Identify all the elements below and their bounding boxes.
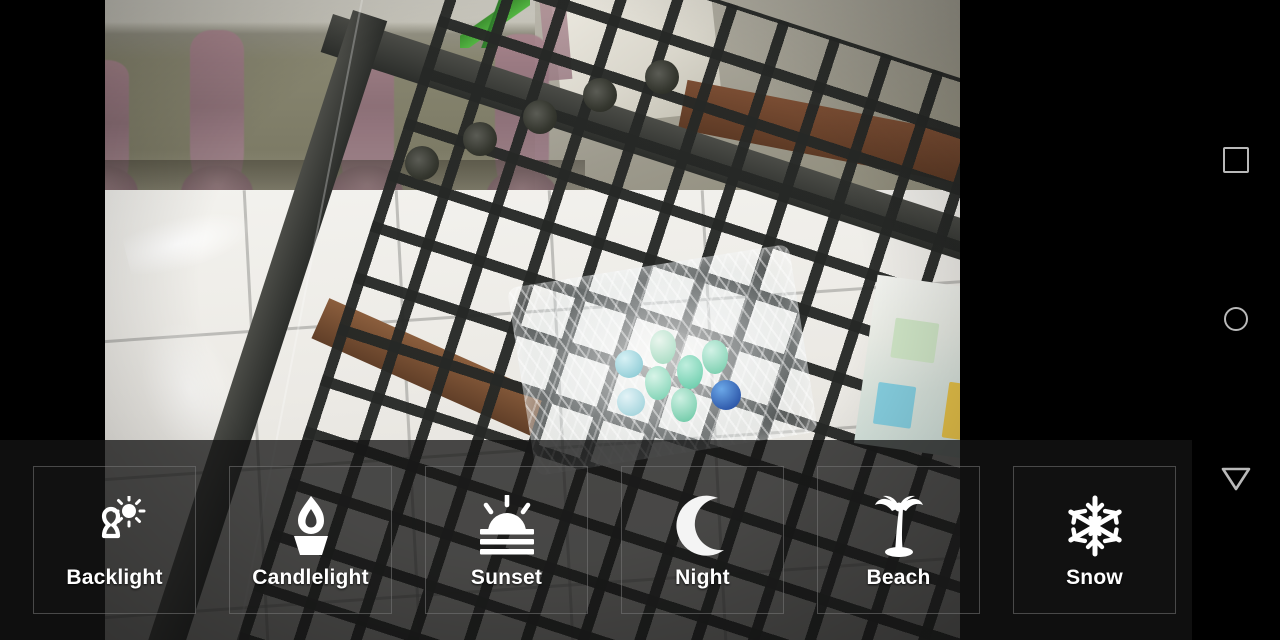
photo-decorative-stone <box>671 388 697 422</box>
photo-table-rosette <box>645 60 679 94</box>
scene-label: Candlelight <box>252 565 369 589</box>
photo-decorative-stone <box>711 380 741 410</box>
photo-decorative-stone <box>617 388 645 416</box>
photo-decorative-stone <box>650 330 676 364</box>
photo-decorative-stone <box>702 340 728 374</box>
photo-decorative-stone <box>677 355 703 389</box>
scene-label: Backlight <box>66 565 163 589</box>
night-moon-icon <box>674 493 732 559</box>
android-navigation-bar <box>1192 0 1280 640</box>
sunset-icon <box>477 493 537 559</box>
scene-label: Night <box>675 565 730 589</box>
photo-decorative-stone <box>645 366 671 400</box>
photo-table-rosette <box>523 100 557 134</box>
photo-table-rosette <box>583 78 617 112</box>
device-screen: Backlight Candlelight Sunset Night Beach… <box>0 0 1280 640</box>
back-button[interactable] <box>1192 443 1280 515</box>
scene-label: Snow <box>1066 565 1123 589</box>
recents-button[interactable] <box>1192 124 1280 196</box>
photo-decorative-stone <box>615 350 643 378</box>
scene-tile-candlelight[interactable]: Candlelight <box>229 466 392 614</box>
scene-mode-toolbar: Backlight Candlelight Sunset Night Beach… <box>0 440 1192 640</box>
scene-mode-list[interactable]: Backlight Candlelight Sunset Night Beach… <box>0 440 1192 640</box>
photo-table-rosette <box>463 122 497 156</box>
scene-tile-sunset[interactable]: Sunset <box>425 466 588 614</box>
home-button[interactable] <box>1192 283 1280 355</box>
scene-label: Sunset <box>470 565 543 589</box>
snow-snowflake-icon <box>1064 493 1126 559</box>
triangle-down-icon <box>1221 467 1251 491</box>
candlelight-icon <box>284 493 338 559</box>
scene-label: Beach <box>866 565 931 589</box>
scene-tile-backlight[interactable]: Backlight <box>33 466 196 614</box>
scene-tile-beach[interactable]: Beach <box>817 466 980 614</box>
circle-icon <box>1224 307 1248 331</box>
square-icon <box>1223 147 1249 173</box>
scene-tile-night[interactable]: Night <box>621 466 784 614</box>
backlight-icon <box>84 493 146 559</box>
beach-palm-icon <box>870 493 928 559</box>
scene-tile-snow[interactable]: Snow <box>1013 466 1176 614</box>
photo-table-rosette <box>405 146 439 180</box>
